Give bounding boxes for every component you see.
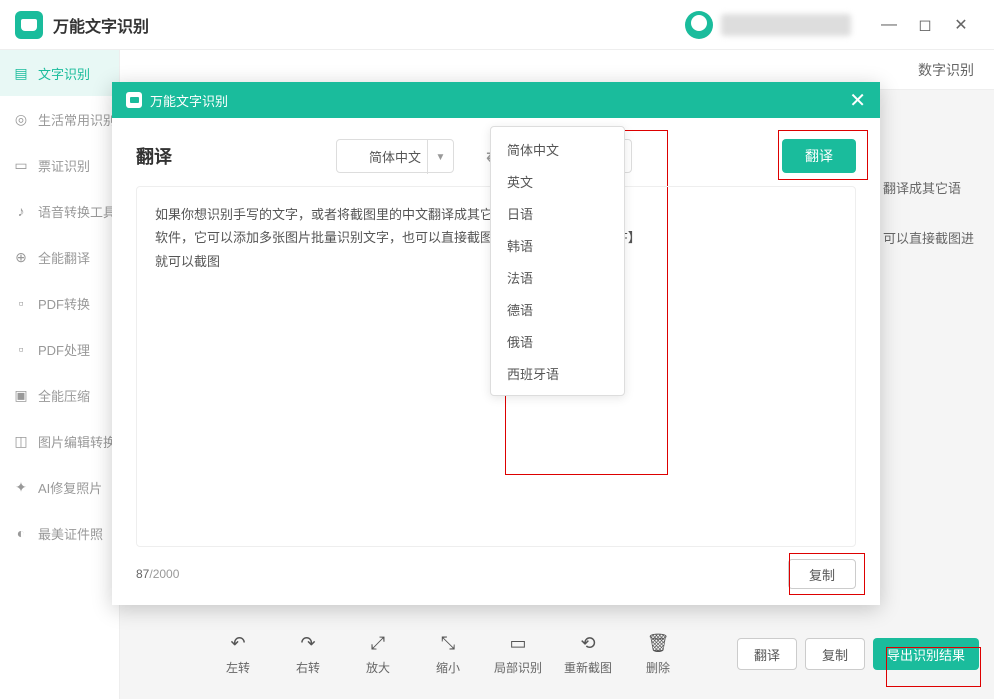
sidebar-item-compress[interactable]: ▣全能压缩 xyxy=(0,372,119,418)
partial-ocr-button[interactable]: ▭局部识别 xyxy=(490,626,546,682)
modal-app-icon xyxy=(126,92,142,108)
translate-modal: 万能文字识别 ✕ 翻译 简体中文 ▼ ⇄ 英文 ▲ 翻译 简体中文 英文 日语 … xyxy=(112,82,880,605)
rotate-left-button[interactable]: ↶左转 xyxy=(210,626,266,682)
sidebar-item-pdf-process[interactable]: ▫PDF处理 xyxy=(0,326,119,372)
refresh-icon: ⟲ xyxy=(577,633,599,655)
lang-option[interactable]: 西班牙语 xyxy=(491,357,624,389)
modal-header: 万能文字识别 ✕ xyxy=(112,82,880,118)
modal-copy-button[interactable]: 复制 xyxy=(788,559,856,589)
crop-icon: ▭ xyxy=(507,633,529,655)
lang-option[interactable]: 简体中文 xyxy=(491,133,624,165)
copy-button[interactable]: 复制 xyxy=(805,638,865,670)
sidebar: ▤文字识别 ◎生活常用识别 ▭票证识别 ♪语音转换工具 ⊕全能翻译 ▫PDF转换… xyxy=(0,50,120,699)
rotate-right-button[interactable]: ↷右转 xyxy=(280,626,336,682)
target-lang-dropdown: 简体中文 英文 日语 韩语 法语 德语 俄语 西班牙语 xyxy=(490,126,625,396)
char-count: 87/2000 xyxy=(136,567,179,581)
chevron-down-icon: ▼ xyxy=(427,140,453,174)
lang-option[interactable]: 韩语 xyxy=(491,229,624,261)
sidebar-item-id-photo[interactable]: ◐最美证件照 xyxy=(0,510,119,556)
lang-option[interactable]: 俄语 xyxy=(491,325,624,357)
source-lang-select[interactable]: 简体中文 ▼ xyxy=(336,139,454,173)
user-name-blur xyxy=(721,14,851,36)
zoom-out-icon: ⤡ xyxy=(437,633,459,655)
rotate-left-icon: ↶ xyxy=(227,633,249,655)
sidebar-item-ai-repair[interactable]: ✦AI修复照片 xyxy=(0,464,119,510)
lang-option[interactable]: 德语 xyxy=(491,293,624,325)
modal-title: 万能文字识别 xyxy=(150,91,228,110)
sidebar-item-daily[interactable]: ◎生活常用识别 xyxy=(0,96,119,142)
sidebar-item-translate[interactable]: ⊕全能翻译 xyxy=(0,234,119,280)
zoom-out-button[interactable]: ⤡缩小 xyxy=(420,626,476,682)
export-result-button[interactable]: 导出识别结果 xyxy=(873,638,979,670)
tab-number-ocr[interactable]: 数字识别 xyxy=(918,60,974,80)
lang-option[interactable]: 日语 xyxy=(491,197,624,229)
zoom-in-icon: ⤢ xyxy=(367,633,389,655)
maximize-button[interactable]: ◻ xyxy=(907,7,943,43)
avatar[interactable] xyxy=(685,11,713,39)
minimize-button[interactable]: — xyxy=(871,7,907,43)
bg-text-1: 翻译成其它语 xyxy=(883,178,961,197)
app-title: 万能文字识别 xyxy=(53,13,149,37)
sidebar-item-ocr[interactable]: ▤文字识别 xyxy=(0,50,119,96)
translate-heading: 翻译 xyxy=(136,143,172,169)
zoom-in-button[interactable]: ⤢放大 xyxy=(350,626,406,682)
bg-text-2: 可以直接截图进 xyxy=(883,228,974,247)
translate-button[interactable]: 翻译 xyxy=(737,638,797,670)
trash-icon: 🗑 xyxy=(647,633,669,655)
lang-option[interactable]: 英文 xyxy=(491,165,624,197)
sidebar-item-pdf-convert[interactable]: ▫PDF转换 xyxy=(0,280,119,326)
rotate-right-icon: ↷ xyxy=(297,633,319,655)
sidebar-item-ticket[interactable]: ▭票证识别 xyxy=(0,142,119,188)
delete-button[interactable]: 🗑删除 xyxy=(630,626,686,682)
sidebar-item-voice[interactable]: ♪语音转换工具 xyxy=(0,188,119,234)
do-translate-button[interactable]: 翻译 xyxy=(782,139,856,173)
lang-option[interactable]: 法语 xyxy=(491,261,624,293)
close-window-button[interactable]: ✕ xyxy=(943,7,979,43)
rescreenshot-button[interactable]: ⟲重新截图 xyxy=(560,626,616,682)
app-logo xyxy=(15,11,43,39)
bottom-toolbar: ↶左转 ↷右转 ⤢放大 ⤡缩小 ▭局部识别 ⟲重新截图 🗑删除 翻译 复制 导出… xyxy=(210,624,979,684)
sidebar-item-image-edit[interactable]: ◫图片编辑转换 xyxy=(0,418,119,464)
modal-close-button[interactable]: ✕ xyxy=(849,88,866,113)
